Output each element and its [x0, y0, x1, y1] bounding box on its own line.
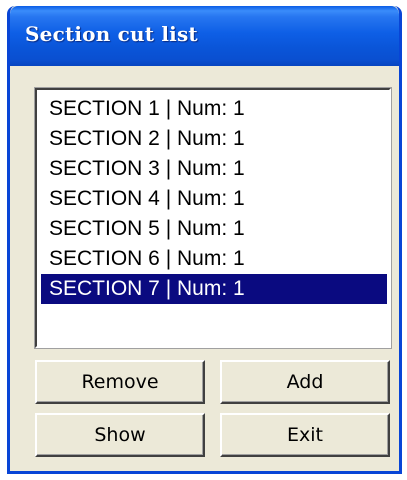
title-bar[interactable]: Section cut list: [10, 6, 399, 66]
section-listbox[interactable]: SECTION 1 | Num: 1 SECTION 2 | Num: 1 SE…: [34, 87, 392, 349]
dialog-body: SECTION 1 | Num: 1 SECTION 2 | Num: 1 SE…: [10, 66, 399, 468]
list-item[interactable]: SECTION 3 | Num: 1: [41, 154, 387, 184]
remove-button[interactable]: Remove: [35, 360, 205, 404]
list-item-selected[interactable]: SECTION 7 | Num: 1: [41, 274, 387, 304]
list-item[interactable]: SECTION 1 | Num: 1: [41, 94, 387, 124]
list-item[interactable]: SECTION 4 | Num: 1: [41, 184, 387, 214]
list-item[interactable]: SECTION 2 | Num: 1: [41, 124, 387, 154]
add-button[interactable]: Add: [220, 360, 390, 404]
window-title: Section cut list: [25, 22, 198, 46]
list-item[interactable]: SECTION 5 | Num: 1: [41, 214, 387, 244]
section-cut-list-window: Section cut list SECTION 1 | Num: 1 SECT…: [7, 6, 402, 474]
show-button[interactable]: Show: [35, 413, 205, 457]
list-item[interactable]: SECTION 6 | Num: 1: [41, 244, 387, 274]
exit-button[interactable]: Exit: [220, 413, 390, 457]
